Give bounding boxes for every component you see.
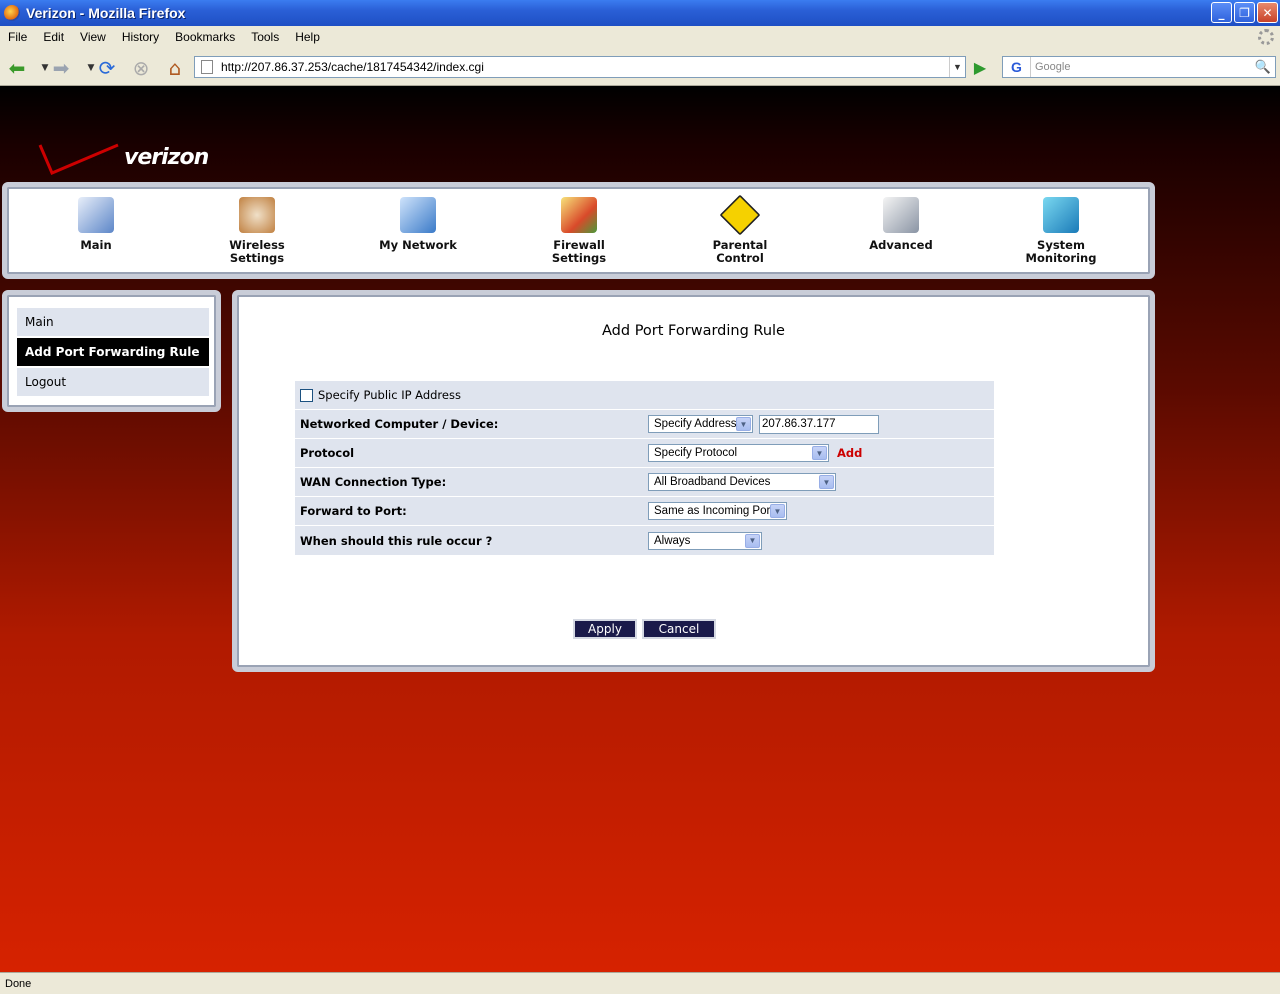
main-panel: Add Port Forwarding Rule Specify Public …: [232, 290, 1155, 672]
menu-history[interactable]: History: [114, 30, 167, 44]
cancel-button[interactable]: Cancel: [642, 619, 716, 639]
forward-port-select[interactable]: Same as Incoming Port ▼: [648, 502, 787, 520]
networked-device-label: Networked Computer / Device:: [300, 417, 499, 431]
close-button[interactable]: ✕: [1257, 2, 1278, 23]
sidebar-item-main[interactable]: Main: [17, 308, 209, 336]
logo-text: verizon: [124, 145, 209, 170]
protocol-select-value: Specify Protocol: [654, 447, 738, 459]
protocol-select[interactable]: Specify Protocol ▼: [648, 444, 829, 462]
nav-parental-control[interactable]: Parental Control: [670, 194, 810, 265]
nav-monitoring-label: System Monitoring: [1025, 238, 1097, 265]
nav-main[interactable]: Main: [26, 197, 166, 252]
parental-lock-icon: [719, 194, 761, 236]
advanced-icon: [883, 197, 919, 233]
menu-bar: File Edit View History Bookmarks Tools H…: [0, 26, 1280, 48]
form-row-public-ip: Specify Public IP Address: [295, 381, 994, 410]
status-text: Done: [5, 977, 32, 990]
chevron-down-icon: ▼: [736, 417, 751, 431]
menu-bookmarks[interactable]: Bookmarks: [167, 30, 243, 44]
search-box[interactable]: G Google 🔍: [1002, 56, 1276, 78]
apply-button[interactable]: Apply: [573, 619, 637, 639]
schedule-select-value: Always: [654, 534, 691, 547]
window-titlebar: Verizon - Mozilla Firefox _ ❐ ✕: [0, 0, 1280, 26]
form-row-wan-connection: WAN Connection Type: All Broadband Devic…: [295, 468, 994, 497]
menu-tools[interactable]: Tools: [243, 30, 287, 44]
firewall-icon: [561, 197, 597, 233]
specify-public-ip-checkbox[interactable]: [300, 388, 313, 402]
chevron-down-icon: ▼: [819, 475, 834, 489]
menu-edit[interactable]: Edit: [35, 30, 72, 44]
wan-connection-select-value: All Broadband Devices: [654, 476, 771, 488]
main-icon: [78, 197, 114, 233]
verizon-logo: verizon: [38, 137, 224, 179]
nav-advanced-label: Advanced: [869, 238, 933, 252]
go-icon[interactable]: ▶: [970, 58, 990, 77]
minimize-button[interactable]: _: [1211, 2, 1232, 23]
nav-firewall-label: Firewall Settings: [551, 238, 607, 265]
sidebar-item-logout[interactable]: Logout: [17, 368, 209, 396]
address-dropdown[interactable]: ▼: [949, 57, 965, 77]
networked-device-select-value: Specify Address: [654, 418, 737, 430]
sidebar-item-add-port-forwarding-rule[interactable]: Add Port Forwarding Rule: [17, 338, 209, 366]
form-row-forward-port: Forward to Port: Same as Incoming Port ▼: [295, 497, 994, 526]
nav-network-label: My Network: [379, 238, 457, 252]
add-protocol-link[interactable]: Add: [837, 446, 862, 460]
menu-file[interactable]: File: [0, 30, 35, 44]
wan-connection-select[interactable]: All Broadband Devices ▼: [648, 473, 836, 491]
address-url[interactable]: http://207.86.37.253/cache/1817454342/in…: [221, 60, 484, 74]
back-icon[interactable]: ⬅: [4, 55, 30, 81]
nav-my-network[interactable]: My Network: [348, 197, 488, 252]
wan-connection-label: WAN Connection Type:: [300, 475, 447, 489]
form-row-schedule: When should this rule occur ? Always ▼: [295, 526, 994, 555]
monitoring-icon: [1043, 197, 1079, 233]
status-bar: Done: [0, 972, 1280, 994]
home-icon[interactable]: ⌂: [162, 55, 188, 81]
port-forwarding-form: Specify Public IP Address Networked Comp…: [295, 381, 994, 555]
nav-advanced[interactable]: Advanced: [831, 197, 971, 252]
schedule-label: When should this rule occur ?: [300, 533, 493, 548]
sidebar: Main Add Port Forwarding Rule Logout: [2, 290, 221, 412]
reload-icon[interactable]: ⟳: [94, 55, 120, 81]
page-icon: [201, 60, 213, 74]
chevron-down-icon: ▼: [745, 533, 760, 548]
top-navigation: Main Wireless Settings My Network Firewa…: [2, 182, 1155, 279]
page-content: verizon Main Wireless Settings My Networ…: [0, 86, 1280, 972]
protocol-label: Protocol: [300, 446, 355, 460]
page-title: Add Port Forwarding Rule: [602, 323, 785, 339]
wireless-icon: [239, 197, 275, 233]
search-placeholder[interactable]: Google: [1035, 61, 1070, 73]
nav-main-label: Main: [80, 238, 112, 252]
maximize-button[interactable]: ❐: [1234, 2, 1255, 23]
chevron-down-icon: ▼: [770, 504, 785, 518]
search-engine-icon[interactable]: G: [1003, 57, 1031, 77]
ip-address-field[interactable]: 207.86.37.177: [759, 414, 879, 434]
specify-public-ip-label: Specify Public IP Address: [318, 388, 461, 402]
nav-firewall-settings[interactable]: Firewall Settings: [509, 197, 649, 265]
forward-port-label: Forward to Port:: [300, 504, 407, 518]
network-icon: [400, 197, 436, 233]
chevron-down-icon: ▼: [812, 446, 827, 460]
address-bar[interactable]: http://207.86.37.253/cache/1817454342/in…: [194, 56, 966, 78]
stop-icon[interactable]: ⊗: [128, 55, 154, 81]
form-row-networked-device: Networked Computer / Device: Specify Add…: [295, 410, 994, 439]
menu-help[interactable]: Help: [287, 30, 328, 44]
firefox-icon: [4, 5, 20, 21]
window-title: Verizon - Mozilla Firefox: [26, 5, 186, 21]
forward-icon[interactable]: ➡: [48, 55, 74, 81]
nav-wireless-label: Wireless Settings: [229, 238, 285, 265]
nav-wireless-settings[interactable]: Wireless Settings: [187, 197, 327, 265]
menu-view[interactable]: View: [72, 30, 114, 44]
search-icon[interactable]: 🔍: [1253, 58, 1273, 76]
schedule-select[interactable]: Always ▼: [648, 531, 762, 550]
nav-parental-label: Parental Control: [712, 238, 768, 265]
networked-device-select[interactable]: Specify Address ▼: [648, 415, 753, 433]
forward-port-select-value: Same as Incoming Port: [654, 505, 774, 517]
nav-system-monitoring[interactable]: System Monitoring: [991, 197, 1131, 265]
form-row-protocol: Protocol Specify Protocol ▼ Add: [295, 439, 994, 468]
throbber-icon: [1258, 29, 1274, 45]
